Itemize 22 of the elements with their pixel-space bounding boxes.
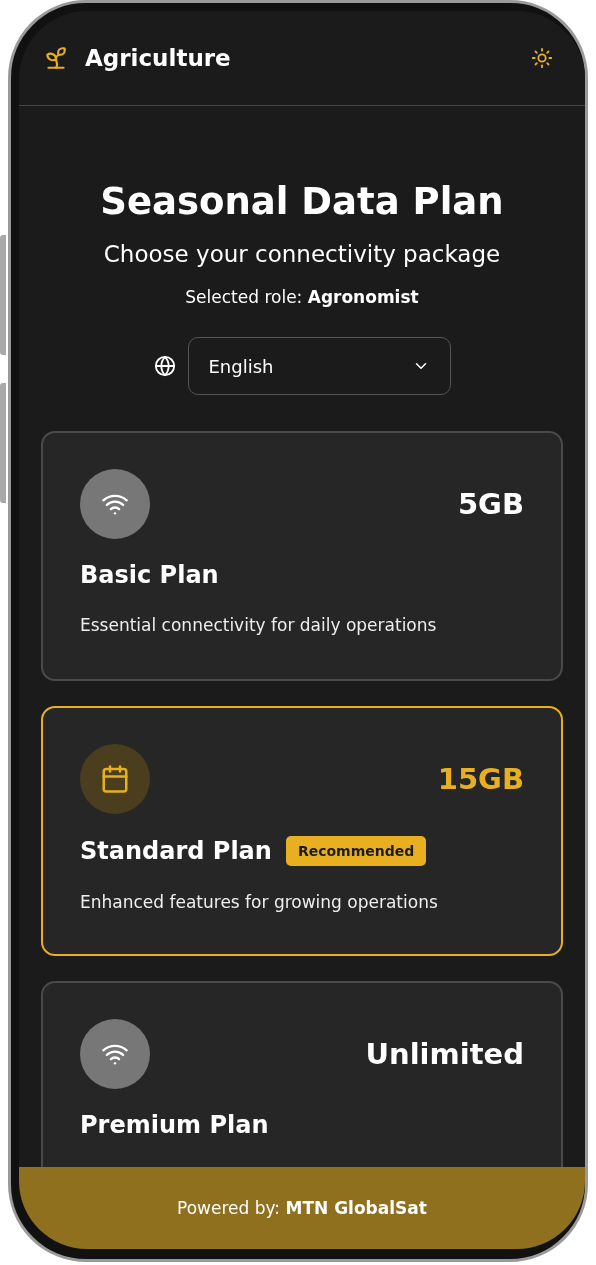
selected-role: Selected role: Agronomist (185, 287, 419, 307)
plan-data-amount: 5GB (457, 487, 524, 521)
globe-icon (153, 355, 176, 377)
plan-description: Enhanced features for growing operations (80, 892, 439, 912)
plan-card[interactable]: 5GB Basic Plan Essential connectivity for daily operations (41, 431, 563, 681)
plan-name: Premium Plan (80, 1111, 269, 1139)
app-title: Agriculture (85, 45, 231, 71)
sprout-icon (43, 45, 69, 71)
recommended-badge: Recommended (285, 836, 427, 866)
page-subtitle: Choose your connectivity package (103, 241, 501, 267)
plan-name: Standard Plan (80, 837, 272, 865)
plan-description: Essential connectivity for daily operations (80, 615, 438, 635)
language-select[interactable]: English (187, 337, 451, 395)
powered-by-text: Powered by: MTN GlobalSat (177, 1198, 427, 1218)
theme-toggle-icon[interactable] (531, 47, 553, 69)
plan-data-amount: 15GB (437, 762, 524, 796)
calendar-icon (100, 764, 130, 794)
plan-card[interactable]: Unlimited Premium Plan (41, 981, 563, 1167)
plan-card[interactable]: 15GB Standard Plan Recommended Enhanced features for growing operations (41, 706, 563, 956)
page-title: Seasonal Data Plan (100, 180, 504, 223)
plan-data-amount: Unlimited (365, 1037, 524, 1071)
plan-name: Basic Plan (80, 561, 219, 589)
